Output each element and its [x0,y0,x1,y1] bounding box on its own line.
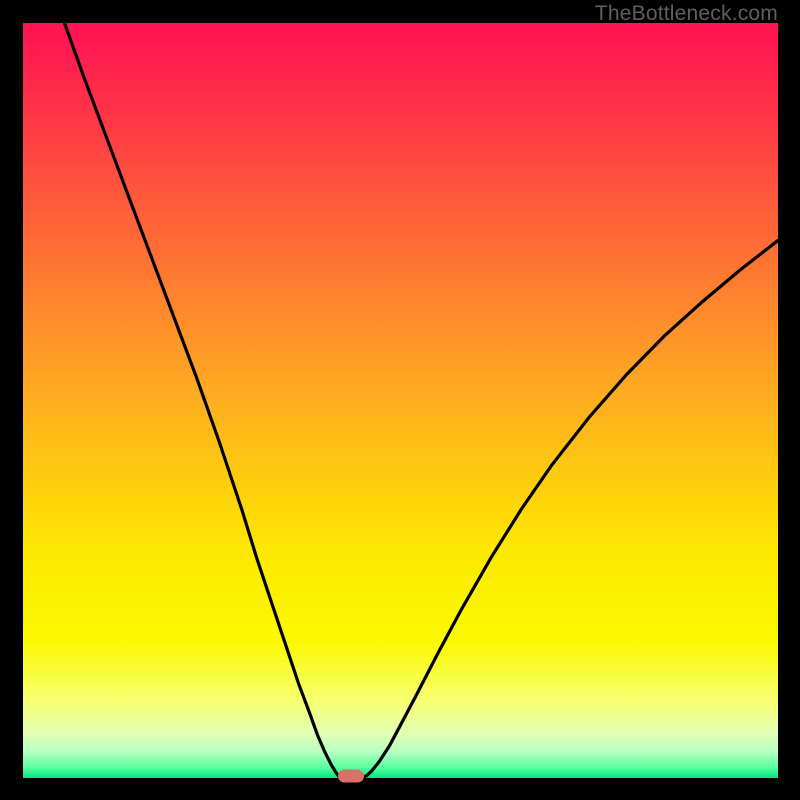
gradient-background [23,23,778,778]
chart-frame [23,23,778,778]
bottleneck-chart [23,23,778,778]
optimal-point-marker [338,769,364,782]
watermark-text: TheBottleneck.com [595,2,778,26]
